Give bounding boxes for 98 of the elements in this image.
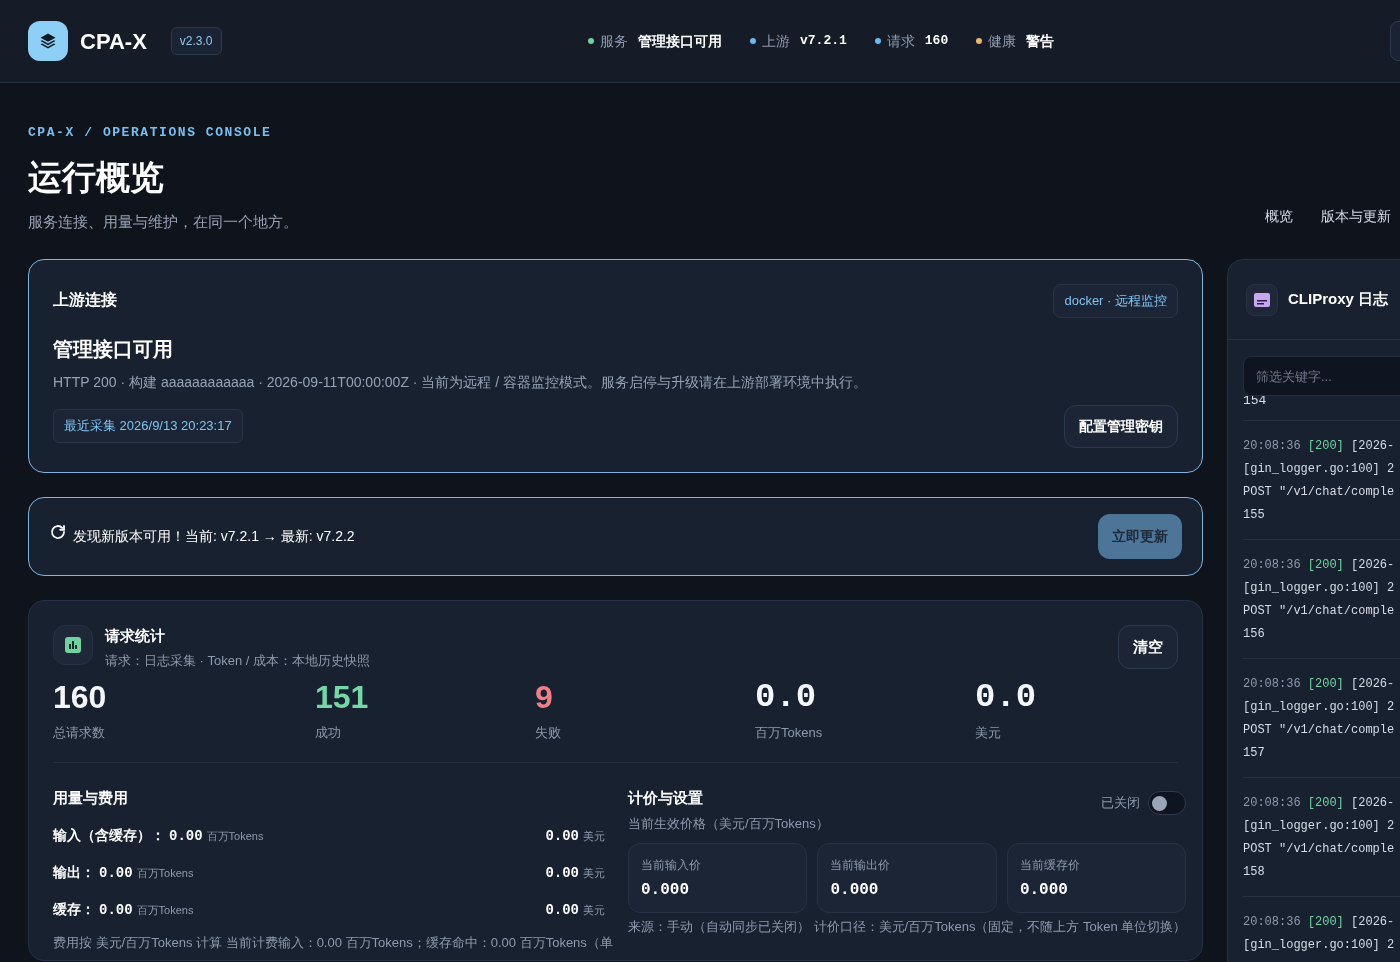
log-status: [200] bbox=[1307, 796, 1344, 810]
log-line: [2026- bbox=[1351, 915, 1395, 929]
log-status: [200] bbox=[1307, 677, 1344, 691]
log-line: [gin_logger.go:100] 2 bbox=[1243, 699, 1395, 716]
log-time: 20:08:36 bbox=[1243, 915, 1301, 929]
log-line: 154 bbox=[1243, 396, 1268, 408]
price-value: 0.000 bbox=[1019, 880, 1069, 901]
usage-amount: 0.00 bbox=[99, 900, 133, 920]
card-title: 上游连接 bbox=[53, 290, 117, 310]
status-label: 请求 bbox=[886, 31, 915, 51]
log-time: 20:08:36 bbox=[1243, 558, 1301, 572]
metric-value: 0.0 bbox=[755, 676, 818, 718]
metric-label: 失败 bbox=[535, 723, 562, 742]
metric-label: 成功 bbox=[315, 723, 342, 742]
layers-icon bbox=[28, 21, 68, 61]
metric-value: 151 bbox=[315, 677, 370, 717]
usage-label: 输出： bbox=[53, 862, 95, 882]
log-line: POST "/v1/chat/comple bbox=[1243, 603, 1395, 620]
card-title: 请求统计 bbox=[105, 625, 166, 646]
log-filter-field[interactable]: 筛选关键字... bbox=[1243, 356, 1400, 396]
log-line: 157 bbox=[1243, 745, 1265, 762]
log-line: [2026- bbox=[1351, 796, 1395, 810]
usage-label: 缓存： bbox=[53, 899, 95, 919]
status-value: 160 bbox=[924, 32, 949, 51]
update-message: 发现新版本可用！当前: v7.2.1 → 最新: v7.2.2 bbox=[73, 526, 355, 546]
log-line: POST "/v1/chat/comple bbox=[1243, 484, 1395, 501]
section-title: 用量与费用 bbox=[53, 788, 129, 808]
toggle-label: 已关闭 bbox=[1101, 794, 1141, 813]
cost-amount: 0.00 bbox=[545, 863, 579, 883]
metric-value: 0.0 bbox=[975, 676, 1038, 718]
usage-unit: 百万Tokens bbox=[206, 828, 264, 844]
chart-icon bbox=[53, 624, 93, 665]
log-line: [gin_logger.go:100] 2 bbox=[1243, 580, 1395, 597]
status-heading: 管理接口可用 bbox=[53, 336, 174, 362]
usage-unit: 百万Tokens bbox=[136, 865, 194, 881]
clear-button[interactable]: 清空 bbox=[1118, 624, 1178, 669]
price-label: 当前缓存价 bbox=[1019, 857, 1081, 874]
status-label: 服务 bbox=[600, 31, 628, 51]
panel-title: CLIProxy 日志 bbox=[1288, 289, 1389, 310]
refresh-icon bbox=[49, 523, 67, 541]
metric-label: 美元 bbox=[975, 723, 1002, 742]
log-line: 155 bbox=[1243, 507, 1265, 524]
log-time: 20:08:36 bbox=[1243, 677, 1301, 691]
log-status: [200] bbox=[1307, 558, 1344, 572]
status-value: v7.2.1 bbox=[800, 32, 847, 51]
log-time: 20:08:36 bbox=[1243, 439, 1301, 453]
mode-badge: docker · 远程监控 bbox=[1053, 284, 1178, 318]
log-status: [200] bbox=[1307, 439, 1344, 453]
section-title: 计价与设置 bbox=[628, 788, 704, 808]
log-time: 20:08:36 bbox=[1243, 796, 1301, 810]
card-subtitle: 请求：日志采集 · Token / 成本：本地历史快照 bbox=[105, 652, 371, 670]
metric-value: 9 bbox=[535, 677, 554, 717]
page-subtitle: 服务连接、用量与维护，在同一个地方。 bbox=[28, 211, 299, 232]
usage-label: 输入（含缓存）： bbox=[53, 825, 165, 845]
version-badge: v2.3.0 bbox=[170, 27, 222, 55]
cost-unit: 美元 bbox=[583, 902, 605, 918]
configure-key-button[interactable]: 配置管理密钥 bbox=[1064, 404, 1178, 448]
cost-unit: 美元 bbox=[583, 865, 605, 881]
price-value: 0.000 bbox=[830, 880, 880, 901]
usage-amount: 0.00 bbox=[99, 863, 133, 883]
cost-amount: 0.00 bbox=[545, 900, 579, 920]
breadcrumb: CPA-X / OPERATIONS CONSOLE bbox=[28, 124, 273, 142]
usage-note: 费用按 美元/百万Tokens 计算 当前计费输入：0.00 百万Tokens；缓存命中：0.00 百万Tokens（单 bbox=[53, 933, 613, 952]
app-name: CPA-X bbox=[80, 27, 147, 56]
cost-amount: 0.00 bbox=[545, 826, 579, 846]
metric-value: 160 bbox=[53, 677, 108, 717]
log-line: 156 bbox=[1243, 626, 1265, 643]
log-status: [200] bbox=[1307, 915, 1344, 929]
cost-unit: 美元 bbox=[583, 828, 605, 844]
status-label: 上游 bbox=[762, 31, 790, 51]
log-line: [gin_logger.go:100] 2 bbox=[1243, 461, 1395, 478]
metric-label: 百万Tokens bbox=[755, 723, 824, 742]
page-title: 运行概览 bbox=[28, 156, 165, 198]
log-line: POST "/v1/chat/comple bbox=[1243, 722, 1395, 739]
price-value: 0.000 bbox=[641, 880, 690, 901]
log-line: POST "/v1/chat/comple bbox=[1243, 841, 1395, 858]
log-line: [2026- bbox=[1351, 558, 1395, 572]
usage-amount: 0.00 bbox=[169, 826, 203, 846]
log-line: [2026- bbox=[1351, 677, 1395, 691]
pricing-note: 来源：手动（自动同步已关闭） 计价口径：美元/百万Tokens（固定，不随上方 Token 单位切换） bbox=[628, 918, 1187, 936]
price-label: 当前输入价 bbox=[641, 857, 702, 874]
nav-link[interactable]: 版本与更新 bbox=[1321, 206, 1391, 227]
terminal-icon bbox=[1246, 283, 1278, 316]
section-subtitle: 当前生效价格（美元/百万Tokens） bbox=[628, 814, 829, 833]
collected-badge: 最近采集 2026/9/13 20:23:17 bbox=[53, 409, 243, 443]
usage-unit: 百万Tokens bbox=[136, 902, 194, 918]
status-detail: HTTP 200 · 构建 aaaaaaaaaaaa · 2026-09-11T00:00:00Z · 当前为远程 / 容器监控模式。服务启停与升级请在上游部署环境中执行。 bbox=[53, 372, 869, 392]
price-label: 当前输出价 bbox=[830, 857, 892, 874]
log-line: 158 bbox=[1243, 864, 1265, 881]
log-line: [2026- bbox=[1351, 439, 1395, 453]
status-label: 健康 bbox=[988, 31, 1017, 51]
log-line: [gin_logger.go:100] 2 bbox=[1243, 937, 1395, 954]
metric-label: 总请求数 bbox=[53, 723, 106, 742]
status-value: 警告 bbox=[1026, 31, 1055, 51]
auto-sync-toggle[interactable] bbox=[1148, 791, 1187, 815]
log-line: [gin_logger.go:100] 2 bbox=[1243, 818, 1395, 835]
nav-link[interactable]: 概览 bbox=[1265, 206, 1293, 227]
status-value: 管理接口可用 bbox=[638, 31, 722, 51]
